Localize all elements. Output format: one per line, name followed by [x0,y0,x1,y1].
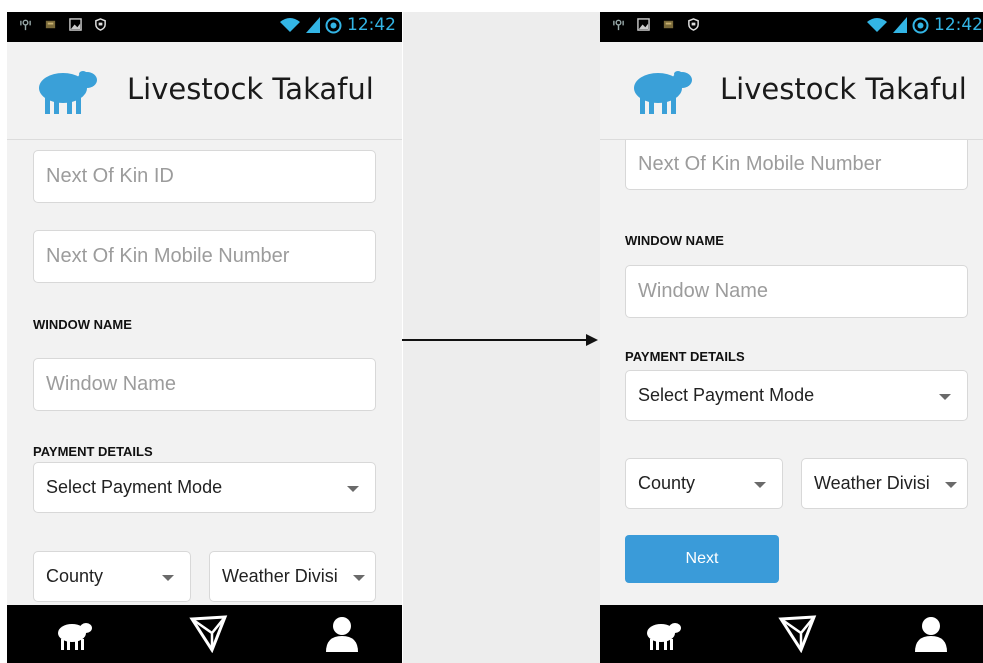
payment-details-label: PAYMENT DETAILS [33,444,153,459]
weather-division-select[interactable]: Weather Divisi [209,551,376,602]
weather-division-value: Weather Divisi [814,473,930,493]
status-bar: 12:42 [7,12,402,42]
phone-screen-after: 12:42 Livestock Takaful Next Of Kin Mobi… [600,12,983,663]
payment-mode-select[interactable]: Select Payment Mode [625,370,968,421]
chevron-down-icon [347,485,359,492]
bottom-navigation [600,605,983,663]
payment-details-label: PAYMENT DETAILS [625,349,745,364]
user-icon[interactable] [911,615,951,653]
sheep-logo-icon [634,71,692,114]
gallery-icon [69,18,82,31]
weather-division-value: Weather Divisi [222,566,338,586]
gallery-icon [637,18,650,31]
usb-debug-icon [613,19,624,31]
county-value: County [638,473,696,493]
window-name-label: WINDOW NAME [33,317,132,332]
status-time: 12:42 [347,15,396,35]
next-of-kin-mobile-input[interactable]: Next Of Kin Mobile Number [625,140,968,190]
transition-arrow [400,339,590,341]
notification-icon [663,20,674,29]
shield-icon [95,18,106,31]
app-header: Livestock Takaful [7,42,402,140]
chevron-down-icon [754,481,766,488]
sync-icon [912,17,929,33]
next-of-kin-mobile-input[interactable]: Next Of Kin Mobile Number [33,230,376,283]
county-select[interactable]: County [33,551,191,602]
user-icon[interactable] [322,615,362,653]
window-name-label: WINDOW NAME [625,233,724,248]
shield-icon [688,18,699,31]
wifi-icon [280,18,300,32]
sheep-icon[interactable] [55,615,95,653]
transition-arrow-head [586,334,598,346]
signal-icon [306,17,320,33]
chevron-down-icon [945,481,957,488]
phone-screen-before: 12:42 Livestock Takaful Next Of Kin ID N… [7,12,402,663]
form-scroll-area[interactable]: Next Of Kin ID Next Of Kin Mobile Number… [7,140,402,605]
wifi-icon [867,18,887,32]
form-scroll-area[interactable]: Next Of Kin Mobile Number WINDOW NAME Wi… [600,140,983,605]
sheep-logo-icon [39,71,97,114]
payment-mode-value: Select Payment Mode [46,477,223,497]
notification-icon [45,20,56,29]
chevron-down-icon [939,393,951,400]
window-name-input[interactable]: Window Name [33,358,376,411]
app-title: Livestock Takaful [720,72,967,106]
payment-mode-value: Select Payment Mode [638,385,815,405]
county-value: County [46,566,104,586]
window-name-input[interactable]: Window Name [625,265,968,318]
background-gap [403,12,601,663]
bottom-navigation [7,605,402,663]
weather-division-select[interactable]: Weather Divisi [801,458,968,509]
status-time: 12:42 [934,15,983,35]
signal-icon [893,17,907,33]
app-title: Livestock Takaful [127,72,374,106]
sync-icon [325,17,342,33]
chevron-down-icon [162,574,174,581]
sheep-icon[interactable] [644,615,684,653]
county-select[interactable]: County [625,458,783,509]
map-pin-icon[interactable] [778,615,818,653]
next-of-kin-id-input[interactable]: Next Of Kin ID [33,150,376,203]
payment-mode-select[interactable]: Select Payment Mode [33,462,376,513]
map-pin-icon[interactable] [189,615,229,653]
status-bar: 12:42 [600,12,983,42]
app-header: Livestock Takaful [600,42,983,140]
usb-debug-icon [20,19,31,31]
chevron-down-icon [353,574,365,581]
next-button[interactable]: Next [625,535,779,583]
